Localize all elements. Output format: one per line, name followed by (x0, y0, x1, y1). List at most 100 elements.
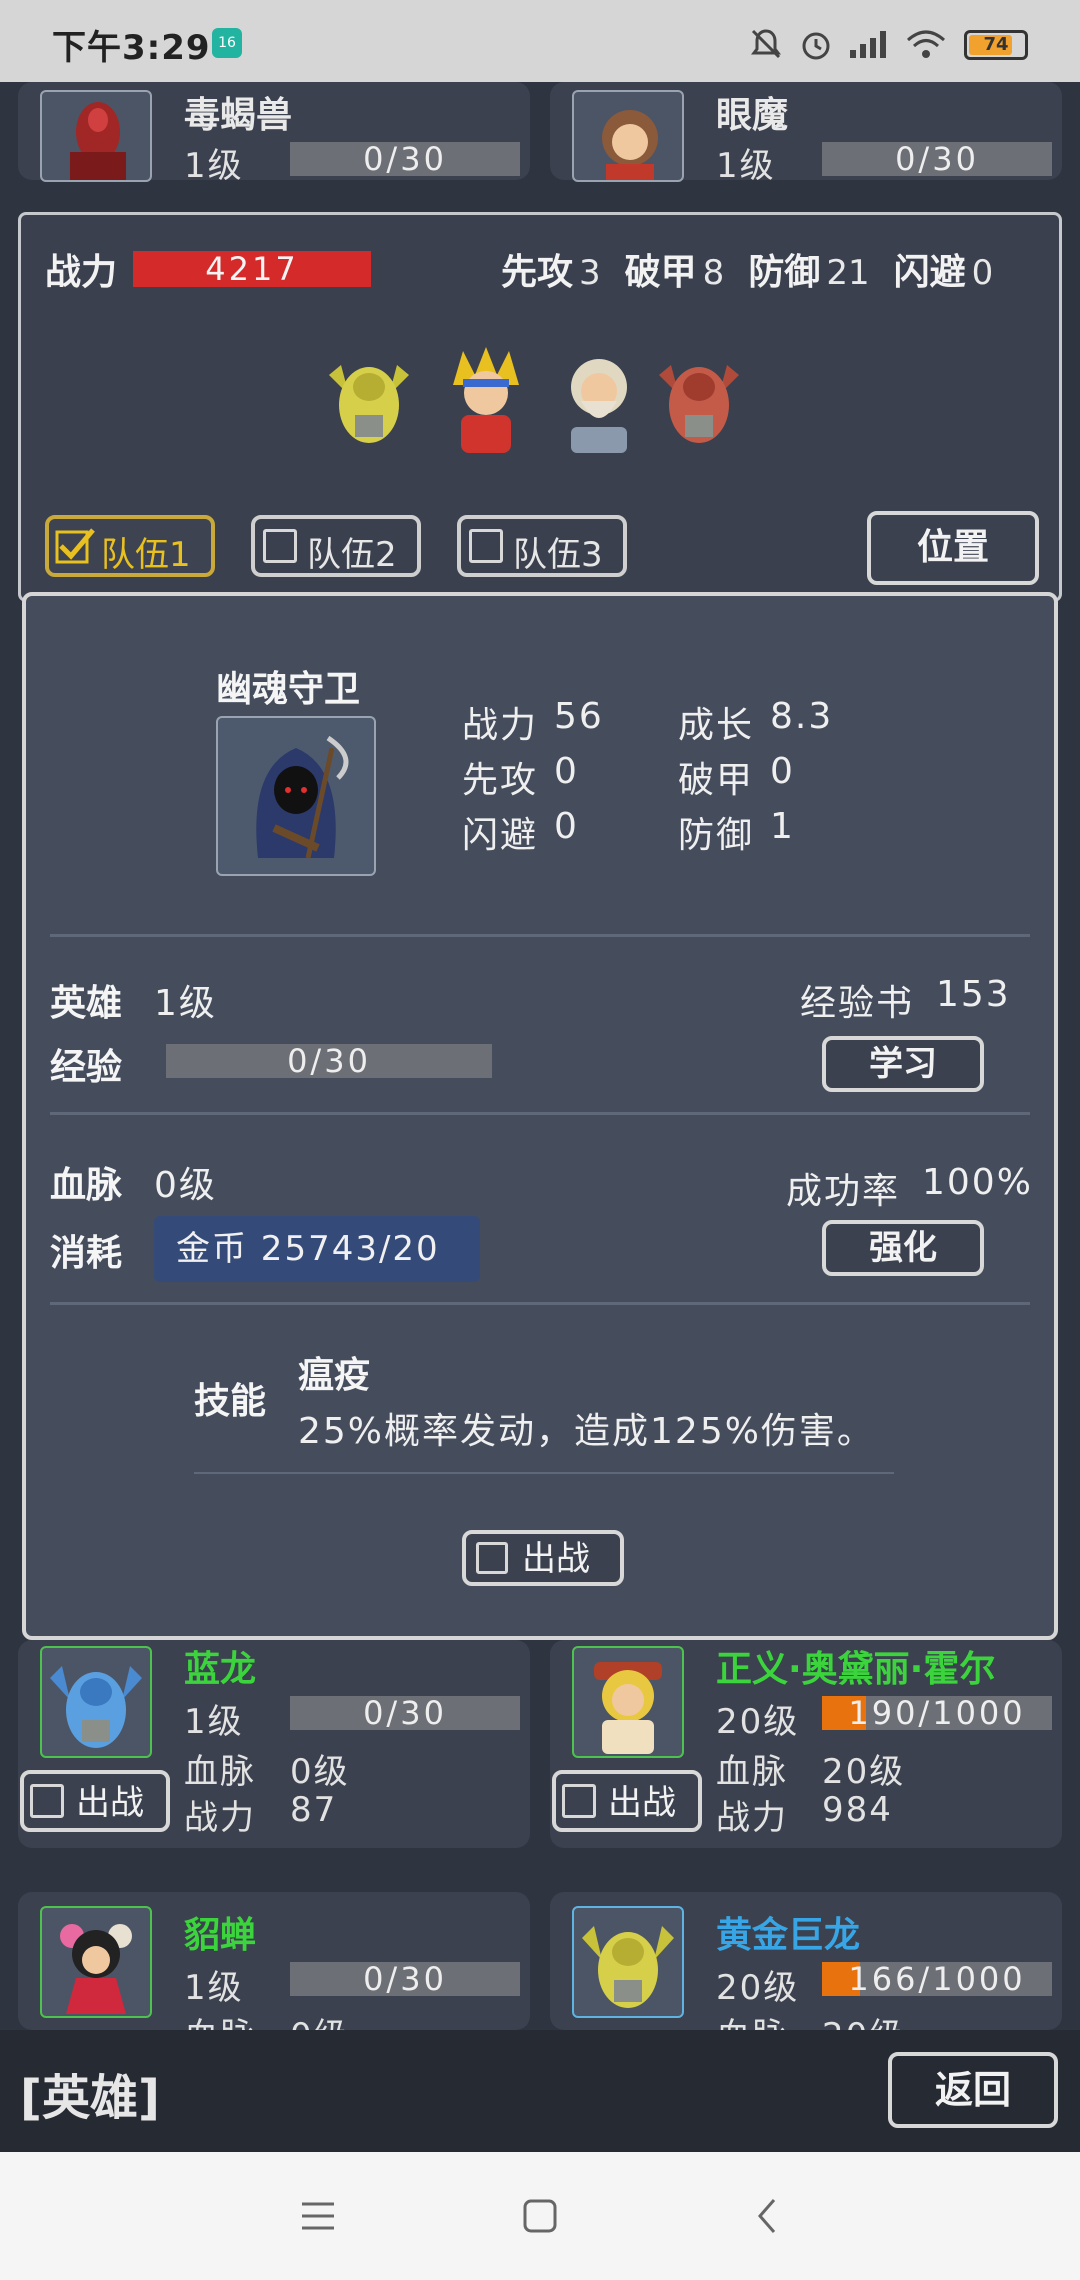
diaochan-icon (60, 1924, 132, 2014)
hero-card[interactable]: 毒蝎兽 1级 0/30 (18, 82, 530, 186)
detail-stat-label: 破甲 (678, 760, 755, 801)
menu-icon[interactable] (298, 2196, 338, 2236)
deploy-button[interactable]: 出战 (20, 1770, 170, 1832)
enhance-button[interactable]: 强化 (822, 1220, 984, 1276)
tab-label: 队伍2 (307, 535, 397, 575)
bottom-bar: [英雄] 返回 (0, 2030, 1080, 2152)
detail-stat-label: 战力 (462, 705, 539, 746)
bloodline-value: 20级 (822, 1752, 906, 1792)
eye-demon-icon (602, 110, 658, 180)
back-nav-icon[interactable] (748, 2196, 788, 2236)
hero-card[interactable]: 正义·奥黛丽·霍尔 20级 190/1000 血脉 20级 战力 984 出战 (550, 1640, 1062, 1848)
golden-dragon-icon (582, 1926, 674, 2008)
bloodline-level: 0级 (154, 1165, 217, 1206)
detail-stat-value: 56 (554, 696, 604, 737)
bloodline-value: 0级 (290, 2008, 350, 2030)
hero-level: 1级 (184, 1702, 244, 1742)
battery-percent: 74 (983, 34, 1009, 55)
stat-label: 破甲 (624, 252, 697, 293)
hero-name: 毒蝎兽 (184, 95, 293, 136)
exp-text: 0/30 (363, 140, 447, 178)
deploy-label: 出战 (608, 1783, 676, 1823)
hero-portrait (572, 90, 684, 182)
tab-team-1[interactable]: 队伍1 (45, 515, 215, 577)
status-time: 下午3:29 (52, 28, 211, 68)
status-bar: 下午3:29 16 74 (0, 0, 1080, 82)
hero-detail-stats: 战力 56 成长 8.3 先攻 0 破甲 0 闪避 0 防御 1 (462, 696, 842, 856)
checkbox-icon (562, 1784, 596, 1818)
deploy-button[interactable]: 出战 (552, 1770, 702, 1832)
checkbox-icon (30, 1784, 64, 1818)
ghost-guard-icon (256, 735, 349, 859)
skill-description: 25%概率发动，造成125%伤害。 (298, 1411, 875, 1452)
deploy-button[interactable]: 出战 (462, 1530, 624, 1586)
hero-card[interactable]: 眼魔 1级 0/30 (550, 82, 1062, 186)
exp-text: 0/30 (363, 1960, 447, 1998)
hero-detail-name: 幽魂守卫 (216, 669, 361, 710)
power-value: 984 (822, 1790, 893, 1830)
signal-icon (850, 31, 886, 58)
stat-value: 21 (826, 253, 870, 293)
detail-stat-value: 0 (554, 806, 579, 847)
divider (50, 1302, 1030, 1305)
detail-stat-value: 0 (770, 751, 795, 792)
page-title: [英雄] (20, 2070, 160, 2126)
bloodline-value: 0级 (290, 1752, 350, 1792)
home-icon[interactable] (520, 2196, 560, 2236)
ninja-hero-icon[interactable] (441, 345, 531, 455)
power-label: 战力 (184, 1798, 256, 1838)
exp-text: 166/1000 (848, 1960, 1026, 1998)
success-rate-value: 100% (922, 1162, 1033, 1203)
hero-level: 20级 (716, 1702, 800, 1742)
deploy-label: 出战 (522, 1539, 590, 1579)
position-button[interactable]: 位置 (867, 511, 1039, 585)
wifi-icon (907, 30, 945, 58)
learn-button[interactable]: 学习 (822, 1036, 984, 1092)
gold-dragon-icon[interactable] (321, 345, 417, 455)
hero-name: 蓝龙 (184, 1649, 257, 1690)
scorpion-beast-icon (70, 102, 126, 180)
exp-book-label: 经验书 (800, 983, 915, 1024)
exp-bar: 0/30 (822, 142, 1052, 176)
app-notification-icon: 16 (212, 28, 242, 58)
back-button[interactable]: 返回 (888, 2052, 1058, 2128)
gold-cost: 金币 25743/20 (154, 1216, 480, 1282)
system-nav-bar (0, 2152, 1080, 2280)
red-dragon-icon[interactable] (651, 345, 747, 455)
exp-bar: 0/30 (166, 1044, 492, 1078)
exp-bar: 166/1000 (822, 1962, 1052, 1996)
exp-bar: 0/30 (290, 1962, 520, 1996)
hero-level: 1级 (184, 1968, 244, 2008)
team-power-bar: 4217 (133, 251, 371, 287)
hero-portrait (572, 1646, 684, 1758)
hero-name: 眼魔 (716, 95, 789, 136)
hero-level-value: 1级 (154, 983, 217, 1024)
exp-book-count: 153 (936, 974, 1011, 1015)
hero-card[interactable]: 黄金巨龙 20级 166/1000 血脉 20级 (550, 1892, 1062, 2030)
team-panel: 战力 4217 先攻 3 破甲 8 防御 21 闪避 0 队伍1 队伍2 队伍3… (18, 212, 1062, 602)
tab-team-2[interactable]: 队伍2 (251, 515, 421, 577)
hero-portrait (572, 1906, 684, 2018)
detail-stat-label: 成长 (678, 705, 755, 746)
elder-hero-icon[interactable] (551, 345, 647, 455)
skill-name: 瘟疫 (298, 1355, 371, 1396)
hero-level: 1级 (716, 146, 776, 186)
hero-level: 1级 (184, 146, 244, 186)
hero-level: 20级 (716, 1968, 800, 2008)
hero-name: 正义·奥黛丽·霍尔 (716, 1649, 996, 1690)
exp-text: 0/30 (895, 140, 979, 178)
hero-card[interactable]: 貂蝉 1级 0/30 血脉 0级 (18, 1892, 530, 2030)
deploy-label: 出战 (76, 1783, 144, 1823)
tab-label: 队伍1 (101, 535, 191, 575)
hero-card[interactable]: 蓝龙 1级 0/30 血脉 0级 战力 87 出战 (18, 1640, 530, 1848)
tab-team-3[interactable]: 队伍3 (457, 515, 627, 577)
detail-stat-value: 0 (554, 751, 579, 792)
success-rate-label: 成功率 (786, 1171, 901, 1212)
exp-text: 190/1000 (848, 1694, 1026, 1732)
bloodline-label: 血脉 (716, 2008, 788, 2030)
exp-bar: 0/30 (290, 142, 520, 176)
hero-portrait (40, 90, 152, 182)
stat-label: 防御 (748, 252, 821, 293)
skill-label: 技能 (194, 1381, 267, 1422)
stat-label: 闪避 (893, 252, 966, 293)
